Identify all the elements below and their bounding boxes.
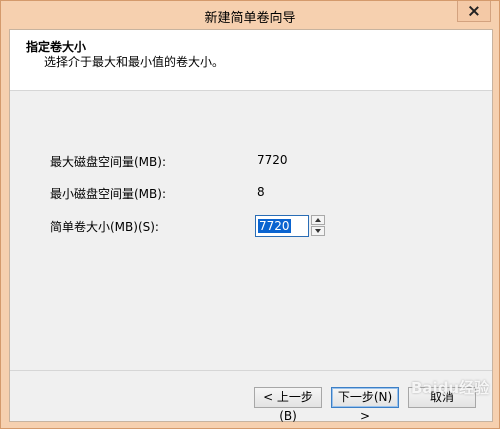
title-bar[interactable]: 新建简单卷向导 bbox=[1, 1, 499, 29]
next-button[interactable]: 下一步(N) > bbox=[331, 387, 399, 423]
close-button[interactable] bbox=[457, 1, 491, 22]
wizard-header: 指定卷大小 选择介于最大和最小值的卷大小。 bbox=[10, 30, 492, 91]
increment-arrow-icon[interactable] bbox=[311, 215, 325, 225]
volume-size-stepper[interactable]: 7720 bbox=[255, 215, 325, 237]
watermark-logo: Baidu经验 bbox=[411, 379, 490, 397]
min-size-label: 最小磁盘空间量(MB): bbox=[50, 187, 166, 201]
volume-size-label: 简单卷大小(MB)(S): bbox=[50, 220, 159, 234]
window-title: 新建简单卷向导 bbox=[204, 11, 296, 26]
max-size-value: 7720 bbox=[257, 153, 288, 167]
back-button[interactable]: < 上一步(B) bbox=[254, 387, 322, 423]
volume-size-input[interactable]: 7720 bbox=[255, 215, 309, 237]
footer-divider bbox=[10, 370, 492, 371]
max-size-label: 最大磁盘空间量(MB): bbox=[50, 155, 166, 169]
volume-size-value: 7720 bbox=[258, 219, 291, 233]
decrement-arrow-icon[interactable] bbox=[311, 226, 325, 236]
min-size-value: 8 bbox=[257, 185, 265, 199]
page-subtitle: 选择介于最大和最小值的卷大小。 bbox=[44, 55, 225, 69]
stepper-arrows bbox=[311, 215, 325, 237]
wizard-body: 指定卷大小 选择介于最大和最小值的卷大小。 最大磁盘空间量(MB): 7720 … bbox=[9, 29, 493, 423]
wizard-window: 新建简单卷向导 指定卷大小 选择介于最大和最小值的卷大小。 最大磁盘空间量(MB… bbox=[0, 0, 500, 429]
